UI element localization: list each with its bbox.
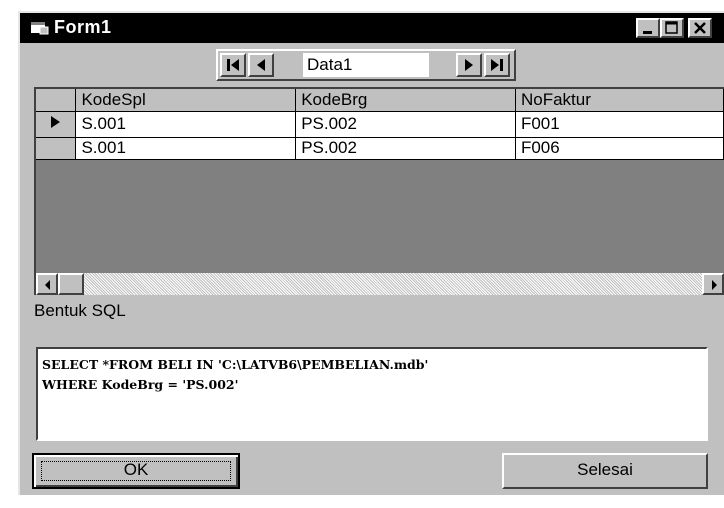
form-icon <box>31 22 49 35</box>
sql-line-1: SELECT *FROM BELI IN 'C:\LATVB6\PEMBELIA… <box>42 357 429 372</box>
form1-window: Form1 Data1 KodeSpl KodeBrg NoFaktur S.0… <box>18 11 724 495</box>
data-control: Data1 <box>216 49 516 81</box>
column-header-kodespl[interactable]: KodeSpl <box>75 89 297 112</box>
scroll-track[interactable] <box>58 273 702 295</box>
row-selector[interactable] <box>36 111 77 138</box>
close-button[interactable] <box>688 18 712 38</box>
sql-label: Bentuk SQL <box>34 301 126 320</box>
cell-kodespl[interactable]: S.001 <box>75 137 297 160</box>
maximize-icon <box>665 21 678 34</box>
close-icon <box>694 22 706 34</box>
grid-corner-cell <box>36 89 77 112</box>
scroll-left-button[interactable] <box>36 273 58 295</box>
cell-kodebrg[interactable]: PS.002 <box>295 111 516 138</box>
ok-button[interactable]: OK <box>32 453 240 489</box>
cell-nofaktur[interactable]: F001 <box>515 111 724 138</box>
maximize-button[interactable] <box>660 18 684 38</box>
minimize-icon <box>643 31 652 34</box>
cell-nofaktur[interactable]: F006 <box>515 137 724 160</box>
scroll-left-icon <box>45 280 50 290</box>
window-title: Form1 <box>54 17 112 37</box>
column-header-nofaktur[interactable]: NoFaktur <box>515 89 724 112</box>
current-row-arrow-icon <box>51 115 60 128</box>
cell-kodebrg[interactable]: PS.002 <box>295 137 516 160</box>
prev-record-button[interactable] <box>248 53 274 77</box>
last-record-button[interactable] <box>484 53 510 77</box>
data-grid[interactable]: KodeSpl KodeBrg NoFaktur S.001 PS.002 F0… <box>34 87 724 295</box>
horizontal-scrollbar[interactable] <box>36 273 724 295</box>
last-record-icon <box>491 59 503 71</box>
ok-button-label: OK <box>123 460 149 479</box>
table-row[interactable]: S.001 PS.002 F006 <box>36 137 724 160</box>
sql-textbox[interactable]: SELECT *FROM BELI IN 'C:\LATVB6\PEMBELIA… <box>36 347 708 441</box>
prev-record-icon <box>257 59 265 71</box>
grid-header-row: KodeSpl KodeBrg NoFaktur <box>36 89 724 112</box>
selesai-button-label: Selesai <box>577 460 633 479</box>
scroll-thumb[interactable] <box>58 273 84 295</box>
title-bar[interactable]: Form1 <box>20 13 724 43</box>
next-record-button[interactable] <box>456 53 482 77</box>
first-record-button[interactable] <box>220 53 246 77</box>
row-selector[interactable] <box>36 137 77 160</box>
data-caption: Data1 <box>303 53 429 77</box>
scroll-right-button[interactable] <box>702 273 724 295</box>
scroll-right-icon <box>712 280 717 290</box>
cell-kodespl[interactable]: S.001 <box>75 111 297 138</box>
column-header-kodebrg[interactable]: KodeBrg <box>295 89 516 112</box>
minimize-button[interactable] <box>636 18 660 38</box>
next-record-icon <box>465 59 473 71</box>
selesai-button[interactable]: Selesai <box>502 453 708 489</box>
first-record-icon <box>227 59 239 71</box>
table-row[interactable]: S.001 PS.002 F001 <box>36 111 724 138</box>
sql-line-2: WHERE KodeBrg = 'PS.002' <box>42 377 239 392</box>
